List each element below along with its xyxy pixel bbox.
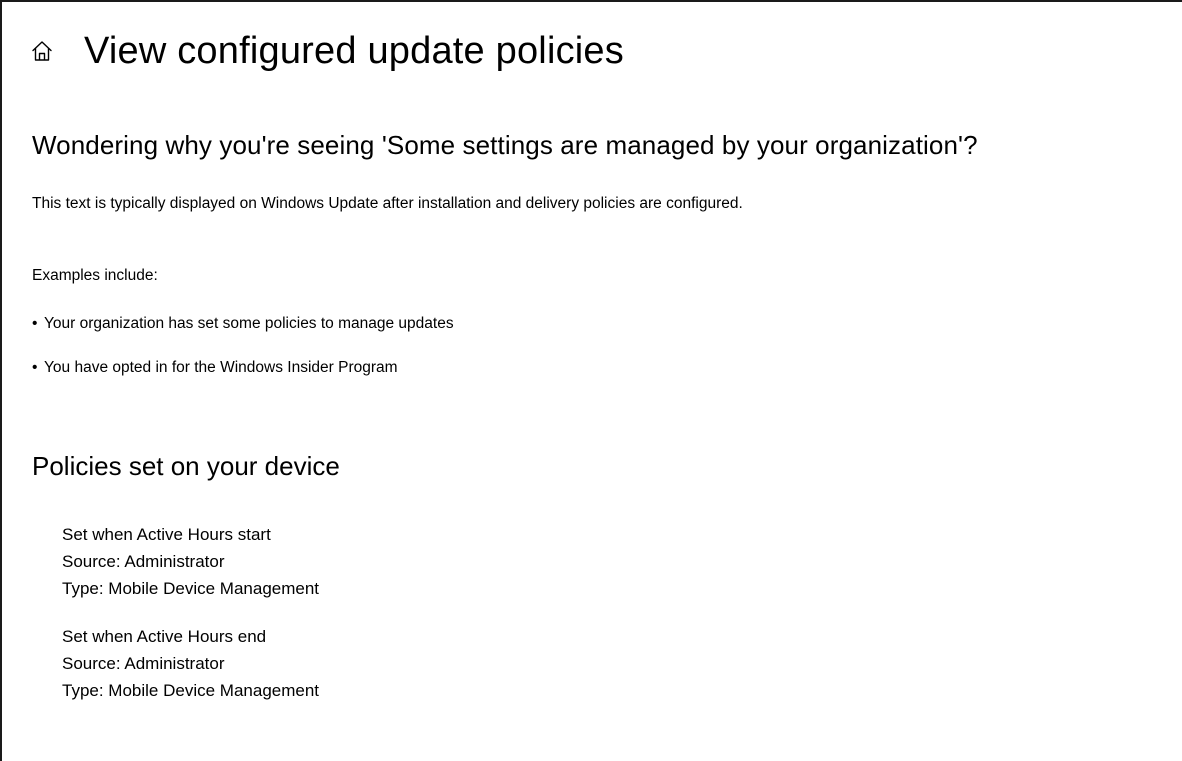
examples-label: Examples include: [32,267,158,284]
policies-list: Set when Active Hours start Source: Admi… [62,521,319,725]
examples-list: • Your organization has set some policie… [32,313,454,401]
example-text: You have opted in for the Windows Inside… [44,359,398,376]
policy-source: Source: Administrator [62,552,225,571]
settings-page: View configured update policies Wonderin… [0,0,1182,761]
page-title: View configured update policies [84,29,624,72]
policy-type: Type: Mobile Device Management [62,681,320,700]
policy-item: Set when Active Hours start Source: Admi… [62,521,319,602]
bullet: • [32,359,38,376]
managed-settings-description: This text is typically displayed on Wind… [32,195,743,212]
bullet: • [32,315,38,332]
page-header: View configured update policies [30,22,624,80]
list-item: • You have opted in for the Windows Insi… [32,357,454,378]
managed-settings-heading: Wondering why you're seeing 'Some settin… [32,130,978,160]
policy-item: Set when Active Hours end Source: Admini… [62,623,319,704]
policy-source: Source: Administrator [62,654,225,673]
policy-name: Set when Active Hours start [62,525,271,544]
home-icon[interactable] [30,39,54,63]
list-item: • Your organization has set some policie… [32,313,454,334]
policies-heading: Policies set on your device [32,451,340,481]
example-text: Your organization has set some policies … [44,315,454,332]
policy-name: Set when Active Hours end [62,627,267,646]
policy-type: Type: Mobile Device Management [62,579,320,598]
